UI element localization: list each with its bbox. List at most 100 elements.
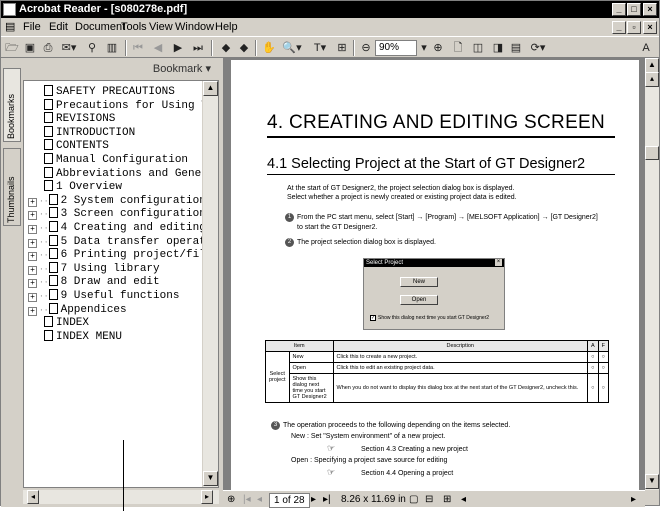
actual-size-icon[interactable]: 🗋	[451, 40, 465, 56]
scroll-right-icon[interactable]: ▸	[201, 490, 213, 504]
bookmark-list: SAFETY PRECAUTIONS Precautions for Using …	[23, 80, 219, 488]
find-icon[interactable]: ⚲	[85, 40, 99, 56]
expand-icon[interactable]: +	[28, 265, 37, 275]
email-icon[interactable]: ✉▾	[59, 40, 79, 56]
menu-window[interactable]: Window	[175, 18, 214, 36]
show-hide-panel-icon[interactable]: ▥	[105, 40, 119, 56]
bookmark-item[interactable]: + ·· Appendices	[28, 302, 206, 316]
bookmark-item[interactable]: INDEX MENU	[44, 329, 218, 343]
hscroll-left-icon[interactable]: ◂	[461, 493, 466, 506]
doc-close-button[interactable]: ×	[643, 21, 657, 34]
bookmark-label: Appendices	[60, 303, 127, 316]
bookmark-item[interactable]: + ·· 9 Useful functions	[28, 289, 206, 302]
first-page-icon[interactable]: ⏮	[131, 40, 145, 56]
next-page-icon[interactable]: ▸	[311, 493, 316, 506]
scroll-up-icon[interactable]: ▲	[203, 81, 218, 96]
bookmark-item[interactable]: 1 Overview	[44, 180, 218, 193]
bookmark-item[interactable]: + ·· 7 Using library	[28, 261, 206, 275]
bookmark-item[interactable]: Abbreviations and Generic	[44, 166, 218, 180]
adobe-logo-icon[interactable]: A	[637, 40, 655, 56]
expand-icon[interactable]: +	[28, 225, 37, 234]
bookmark-item[interactable]: +·· 5 Data transfer operation	[28, 234, 206, 248]
tree-connector: ··	[39, 292, 49, 301]
expand-icon[interactable]: +	[28, 238, 37, 248]
expand-icon[interactable]: +	[28, 252, 37, 262]
doc-restore-button[interactable]: ▫	[627, 21, 641, 34]
bookmark-item[interactable]: REVISIONS	[44, 112, 218, 125]
step-2-marker: 2	[285, 238, 294, 247]
hand-tool-icon[interactable]: ✋	[261, 40, 277, 56]
last-page-icon[interactable]: ⏭	[191, 40, 205, 56]
tab-bookmarks[interactable]: Bookmarks	[3, 68, 21, 142]
bookmark-item[interactable]: CONTENTS	[44, 139, 218, 152]
table-cell: ○	[597, 362, 610, 374]
doc-minimize-button[interactable]: _	[612, 21, 626, 34]
prev-page-icon[interactable]: ◀	[151, 40, 165, 56]
bookmark-item[interactable]: SAFETY PRECAUTIONS	[44, 85, 218, 98]
page-number-field[interactable]: 1 of 28	[269, 493, 310, 508]
first-page-icon[interactable]: |◂	[243, 493, 251, 506]
menu-edit[interactable]: Edit	[49, 18, 68, 36]
step-1-text: From the PC start menu, select [Start] →…	[297, 214, 598, 221]
text-select-icon[interactable]: T▾	[309, 40, 331, 56]
last-page-icon[interactable]: ▸|	[323, 493, 331, 506]
scroll-down-icon[interactable]: ▼	[203, 471, 218, 486]
tree-connector: ··	[39, 264, 49, 274]
bookmark-item[interactable]: INTRODUCTION	[44, 125, 218, 139]
bookmark-item[interactable]: Precautions for Using This	[44, 98, 218, 112]
zoom-out-icon[interactable]: ⊖	[359, 40, 373, 56]
save-icon[interactable]: ▣	[23, 40, 37, 56]
maximize-button[interactable]: □	[627, 3, 641, 16]
expand-icon[interactable]: +	[28, 293, 37, 302]
expand-icon[interactable]: +	[28, 211, 37, 221]
reflow-icon[interactable]: ▤	[509, 40, 523, 56]
single-page-icon[interactable]: ▢	[409, 493, 418, 506]
close-button[interactable]: ×	[643, 3, 657, 16]
expand-icon[interactable]: +	[28, 197, 37, 207]
zoom-field[interactable]: 90%	[375, 40, 417, 56]
scroll-down-icon[interactable]: ▼	[645, 474, 659, 489]
open-icon[interactable]: 🗁	[5, 40, 19, 56]
scroll-left-icon[interactable]: ◂	[27, 490, 39, 504]
bookmark-item[interactable]: INDEX	[44, 316, 218, 329]
page-layout-icon[interactable]: ⊕	[227, 493, 235, 506]
bookmark-item[interactable]: + ·· 8 Draw and edit	[28, 275, 206, 289]
bookmark-hscrollbar[interactable]: ◂ ▸	[23, 490, 219, 504]
expand-icon[interactable]: +	[28, 279, 37, 289]
print-icon[interactable]: ⎙	[41, 40, 55, 56]
split-icon[interactable]: ▴	[645, 72, 659, 87]
fit-page-icon[interactable]: ◫	[471, 40, 485, 56]
document-vscrollbar[interactable]: ▲ ▴ ▼	[645, 58, 659, 490]
menu-view[interactable]: View	[149, 18, 173, 36]
zoom-tool-icon[interactable]: 🔍▾	[281, 40, 303, 56]
minimize-button[interactable]: _	[612, 3, 626, 16]
continuous-icon[interactable]: ⊟	[425, 493, 433, 506]
rotate-icon[interactable]: ⟳▾	[527, 40, 549, 56]
bookmark-item[interactable]: + ·· 2 System configuration	[28, 193, 206, 207]
go-forward-icon[interactable]: ◆	[237, 40, 251, 56]
zoom-in-icon[interactable]: ⊕	[431, 40, 445, 56]
scroll-up-icon[interactable]: ▲	[645, 58, 659, 73]
fit-width-icon[interactable]: ◨	[491, 40, 505, 56]
bookmark-item[interactable]: Manual Configuration	[44, 153, 218, 166]
facing-icon[interactable]: ⊞	[443, 493, 451, 506]
bookmark-item[interactable]: +·· 6 Printing project/file out	[28, 248, 206, 262]
bookmark-item[interactable]: +·· 3 Screen configuration of	[28, 207, 206, 221]
menu-document[interactable]: Document	[75, 18, 125, 36]
bookmark-menu[interactable]: Bookmark ▾	[23, 60, 219, 78]
expand-icon[interactable]: +	[28, 306, 37, 316]
bookmark-scrollbar[interactable]: ▲ ▼	[202, 81, 218, 487]
tab-thumbnails[interactable]: Thumbnails	[3, 148, 21, 226]
next-page-icon[interactable]: ▶	[171, 40, 185, 56]
scroll-thumb[interactable]	[645, 146, 659, 160]
hscroll-right-icon[interactable]: ▸	[631, 493, 636, 506]
menu-help[interactable]: Help	[215, 18, 238, 36]
zoom-dropdown-icon[interactable]: ▾	[419, 40, 429, 56]
snapshot-icon[interactable]: ⊞	[335, 40, 349, 56]
go-back-icon[interactable]: ◆	[219, 40, 233, 56]
prev-page-icon[interactable]: ◂	[257, 493, 262, 506]
menu-tools[interactable]: Tools	[121, 18, 147, 36]
menu-file[interactable]: File	[23, 18, 41, 36]
bookmark-item[interactable]: +·· 4 Creating and editing scre	[28, 221, 206, 234]
doc-icon: ▤	[5, 21, 16, 33]
